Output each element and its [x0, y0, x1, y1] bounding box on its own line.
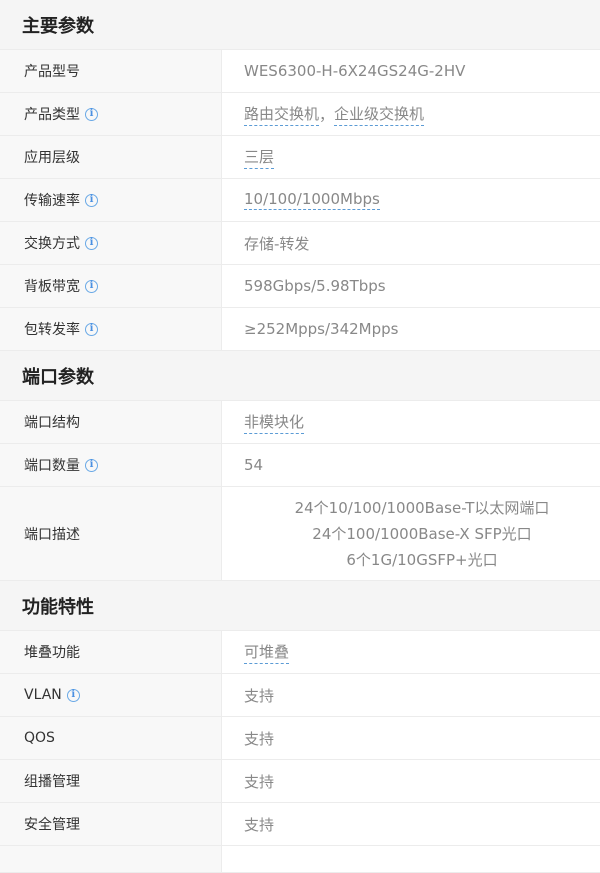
- row-value: 10/100/1000Mbps: [222, 179, 600, 221]
- spec-row-qos: QOS 支持: [0, 717, 600, 760]
- section-header-features: 功能特性: [0, 581, 600, 631]
- port-description-line: 24个100/1000Base-X SFP光口: [312, 524, 532, 543]
- port-structure-link[interactable]: 非模块化: [244, 411, 305, 434]
- row-label: 背板带宽 i: [0, 265, 222, 307]
- row-value: WES6300-H-6X24GS24G-2HV: [244, 62, 466, 80]
- row-label: 产品型号: [0, 50, 222, 92]
- spec-row-backplane: 背板带宽 i 598Gbps/5.98Tbps: [0, 265, 600, 308]
- spec-table: 主要参数 产品型号 WES6300-H-6X24GS24G-2HV 产品类型 i…: [0, 0, 600, 873]
- spec-row-vlan: VLAN i 支持: [0, 674, 600, 717]
- port-description-line: 6个1G/10GSFP+光口: [346, 550, 498, 569]
- spec-row-switching-mode: 交换方式 i 存储-转发: [0, 222, 600, 265]
- row-label: VLAN i: [0, 674, 222, 716]
- spec-row-packet-forwarding: 包转发率 i ≥252Mpps/342Mpps: [0, 308, 600, 351]
- layer-link[interactable]: 三层: [244, 146, 275, 169]
- spec-row-security: 安全管理 支持: [0, 803, 600, 846]
- row-label: 传输速率 i: [0, 179, 222, 221]
- spec-row-model: 产品型号 WES6300-H-6X24GS24G-2HV: [0, 50, 600, 93]
- spec-row-stacking: 堆叠功能 可堆叠: [0, 631, 600, 674]
- section-header-port-params: 端口参数: [0, 351, 600, 401]
- row-label: 端口描述: [0, 487, 222, 580]
- row-label: 组播管理: [0, 760, 222, 802]
- row-label: 交换方式 i: [0, 222, 222, 264]
- info-icon[interactable]: i: [85, 236, 98, 250]
- spec-row-port-description: 端口描述 24个10/100/1000Base-T以太网端口 24个100/10…: [0, 487, 600, 581]
- spec-row-port-count: 端口数量 i 54: [0, 444, 600, 487]
- info-icon[interactable]: i: [85, 107, 98, 121]
- row-value: 存储-转发: [244, 234, 310, 253]
- row-value: 支持: [244, 686, 275, 705]
- row-label: 端口数量 i: [0, 444, 222, 486]
- value-separator: ，: [319, 105, 335, 124]
- row-value: [222, 846, 600, 872]
- spec-row-multicast: 组播管理 支持: [0, 760, 600, 803]
- product-type-link-enterprise-switch[interactable]: 企业级交换机: [334, 103, 425, 126]
- row-value: 三层: [222, 136, 600, 178]
- row-value: 支持: [244, 772, 275, 791]
- row-label: 安全管理: [0, 803, 222, 845]
- spec-row-port-structure: 端口结构 非模块化: [0, 401, 600, 444]
- row-label: 应用层级: [0, 136, 222, 178]
- spec-row-transfer-rate: 传输速率 i 10/100/1000Mbps: [0, 179, 600, 222]
- info-icon[interactable]: i: [85, 279, 98, 293]
- row-value: 24个10/100/1000Base-T以太网端口 24个100/1000Bas…: [222, 487, 600, 580]
- stacking-link[interactable]: 可堆叠: [244, 641, 290, 664]
- spec-row-layer: 应用层级 三层: [0, 136, 600, 179]
- spec-row-product-type: 产品类型 i 路由交换机 ， 企业级交换机: [0, 93, 600, 136]
- row-value: 54: [244, 456, 264, 474]
- row-label: 产品类型 i: [0, 93, 222, 135]
- row-value: 598Gbps/5.98Tbps: [244, 277, 386, 295]
- section-title: 主要参数: [22, 15, 94, 37]
- row-value: 非模块化: [222, 401, 600, 443]
- row-label: [0, 846, 222, 872]
- port-description-line: 24个10/100/1000Base-T以太网端口: [294, 498, 550, 517]
- row-value: 支持: [244, 815, 275, 834]
- row-value: ≥252Mpps/342Mpps: [244, 320, 399, 338]
- row-value: 可堆叠: [222, 631, 600, 673]
- row-value: 支持: [244, 729, 275, 748]
- section-title: 端口参数: [22, 366, 94, 388]
- info-icon[interactable]: i: [85, 458, 98, 472]
- product-type-link-router-switch[interactable]: 路由交换机: [244, 103, 320, 126]
- row-label: 包转发率 i: [0, 308, 222, 350]
- info-icon[interactable]: i: [85, 322, 98, 336]
- row-label: 堆叠功能: [0, 631, 222, 673]
- row-value: 路由交换机 ， 企业级交换机: [222, 93, 600, 135]
- info-icon[interactable]: i: [66, 688, 80, 702]
- row-label: QOS: [0, 717, 222, 759]
- row-label: 端口结构: [0, 401, 222, 443]
- section-header-main-params: 主要参数: [0, 0, 600, 50]
- section-title: 功能特性: [22, 596, 94, 618]
- transfer-rate-link[interactable]: 10/100/1000Mbps: [244, 190, 380, 210]
- info-icon[interactable]: i: [85, 193, 98, 207]
